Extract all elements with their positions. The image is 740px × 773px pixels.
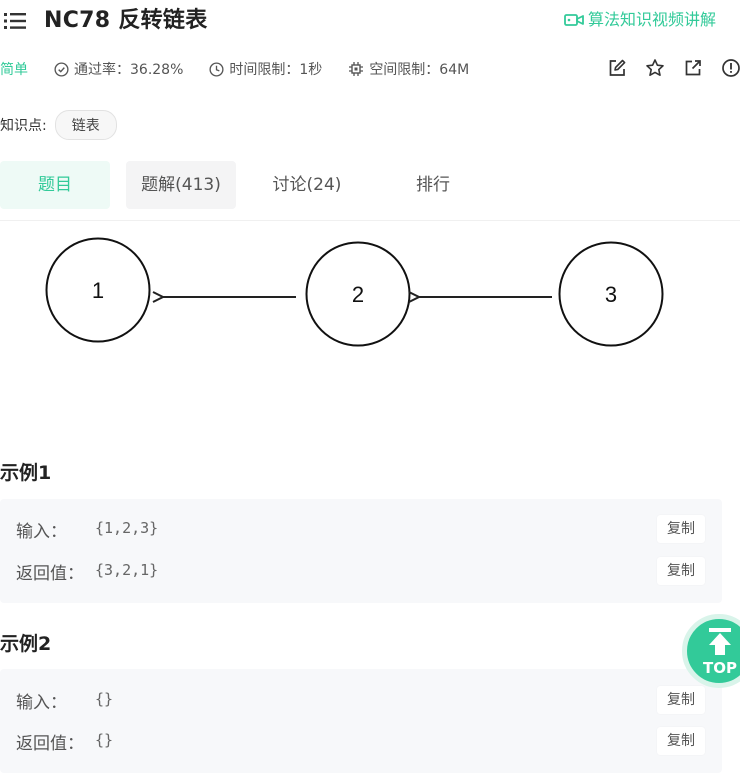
knowledge-points: 知识点: 链表	[0, 110, 117, 140]
time-limit: 时间限制：1秒	[209, 59, 322, 79]
menu-icon[interactable]	[4, 12, 26, 30]
example-1-box: 输入： {1,2,3} 复制 返回值： {3,2,1} 复制	[0, 499, 722, 603]
example-1-input-label: 输入：	[16, 522, 67, 542]
star-icon[interactable]	[645, 58, 665, 78]
example-2-input-value: {}	[95, 690, 114, 708]
share-icon[interactable]	[683, 58, 703, 78]
pass-rate-text: 通过率：36.28%	[74, 62, 184, 78]
tab-discussion[interactable]: 讨论(24)	[252, 161, 362, 209]
example-2-input-copy-button[interactable]: 复制	[657, 686, 705, 714]
knowledge-label: 知识点:	[0, 118, 47, 134]
difficulty-badge: 简单	[0, 62, 28, 78]
tab-problem[interactable]: 题目	[0, 161, 110, 209]
edit-icon[interactable]	[607, 58, 627, 78]
problem-tabs: 题目 题解(413) 讨论(24) 排行	[0, 161, 504, 209]
chip-icon	[349, 62, 364, 76]
tabs-divider	[0, 220, 740, 221]
space-limit: 空间限制：64M	[348, 59, 469, 79]
tab-ranking[interactable]: 排行	[378, 161, 488, 209]
list-node-1-label: 1	[92, 278, 104, 303]
tab-solutions[interactable]: 题解(413)	[126, 161, 236, 209]
example-2-output-copy-button[interactable]: 复制	[657, 727, 705, 755]
example-1-title: 示例1	[0, 462, 52, 484]
problem-actions	[607, 58, 740, 78]
page-title: NC78 反转链表	[44, 8, 208, 33]
example-2-box: 输入： {} 复制 返回值： {} 复制	[0, 669, 722, 773]
back-to-top-label: TOP	[703, 659, 737, 677]
tag-linked-list[interactable]: 链表	[54, 110, 117, 140]
linked-list-diagram: 1 2 3	[45, 237, 664, 347]
arrow-up-icon	[709, 628, 731, 655]
video-link-label: 算法知识视频讲解	[588, 10, 717, 29]
example-2-title: 示例2	[0, 633, 52, 655]
example-1-input-value: {1,2,3}	[95, 519, 159, 537]
pass-rate: 通过率：36.28%	[54, 59, 183, 79]
space-limit-text: 空间限制：64M	[369, 62, 470, 78]
video-lecture-link[interactable]: 算法知识视频讲解	[564, 8, 716, 32]
time-limit-text: 时间限制：1秒	[229, 62, 323, 78]
example-1-output-label: 返回值：	[16, 564, 84, 584]
report-icon[interactable]	[721, 58, 740, 78]
list-node-2-label: 2	[352, 282, 364, 307]
example-1-input-copy-button[interactable]: 复制	[657, 515, 705, 543]
example-2-input-label: 输入：	[16, 693, 67, 713]
check-circle-icon	[54, 61, 69, 77]
example-1-output-copy-button[interactable]: 复制	[657, 557, 705, 585]
example-1-output-value: {3,2,1}	[95, 561, 159, 579]
problem-meta: 简单 通过率：36.28% 时间限制：1秒 空间限制：64M	[0, 57, 495, 81]
clock-icon	[209, 61, 224, 77]
video-camera-icon	[564, 14, 584, 26]
example-2-output-label: 返回值：	[16, 734, 84, 754]
example-2-output-value: {}	[95, 731, 114, 749]
list-node-3-label: 3	[605, 282, 617, 307]
